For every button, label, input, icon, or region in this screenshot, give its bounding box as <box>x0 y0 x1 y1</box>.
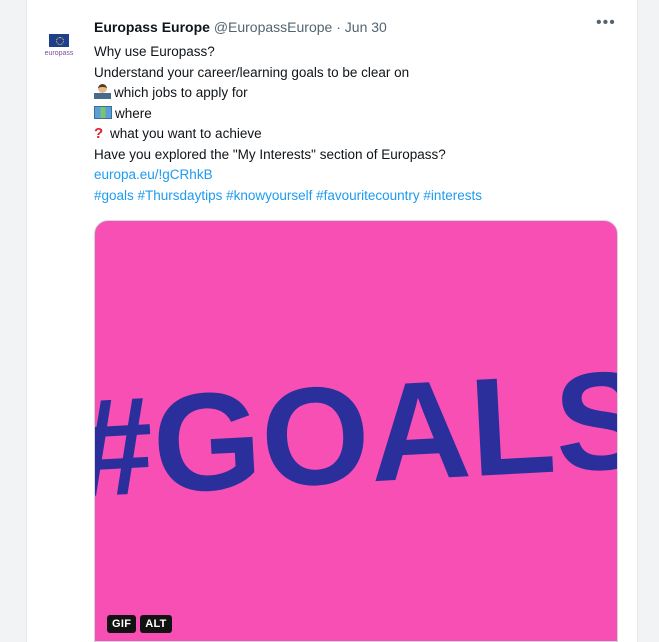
tweet-line: Why use Europass? <box>94 44 215 59</box>
tweet-line-text: where <box>115 105 152 121</box>
tweet-line: Understand your career/learning goals to… <box>94 64 410 80</box>
gif-badge: GIF <box>107 615 137 633</box>
media-badges: GIF ALT <box>107 615 172 633</box>
eu-flag-icon <box>49 33 69 47</box>
tweet-line: where <box>94 104 614 125</box>
tweet-line: ? what you want to achieve <box>94 124 614 145</box>
tweet-text: Why use Europass? Understand your career… <box>94 42 614 206</box>
author-name[interactable]: Europass Europe <box>94 19 210 35</box>
author-handle[interactable]: @EuropassEurope <box>214 19 333 35</box>
tweet-line-text: what you want to achieve <box>110 126 262 141</box>
alt-badge[interactable]: ALT <box>140 615 172 633</box>
hashtags[interactable]: #goals #Thursdaytips #knowyourself #favo… <box>94 186 614 207</box>
tweet-line-text: which jobs to apply for <box>114 85 248 100</box>
world-map-emoji-icon <box>94 105 112 119</box>
goals-gif-text: #GOALS <box>95 341 617 527</box>
tweet-date[interactable]: Jun 30 <box>345 19 387 35</box>
gif-media[interactable]: #GOALS GIF ALT <box>94 220 618 642</box>
tweet-line: which jobs to apply for <box>94 83 614 104</box>
tweet-line: Have you explored the "My Interests" sec… <box>94 146 446 162</box>
technologist-emoji-icon <box>94 84 111 99</box>
avatar[interactable]: europass <box>38 24 80 66</box>
more-horizontal-icon[interactable]: ••• <box>596 14 616 32</box>
separator-dot: · <box>336 19 341 35</box>
avatar-wordmark: europass <box>44 49 74 57</box>
tweet-link[interactable]: europa.eu/!gCRhkB <box>94 165 614 186</box>
goals-gif-image: #GOALS <box>95 341 617 527</box>
question-mark-emoji-icon: ? <box>94 125 104 142</box>
tweet-header: Europass Europe @EuropassEurope · Jun 30 <box>94 19 387 35</box>
